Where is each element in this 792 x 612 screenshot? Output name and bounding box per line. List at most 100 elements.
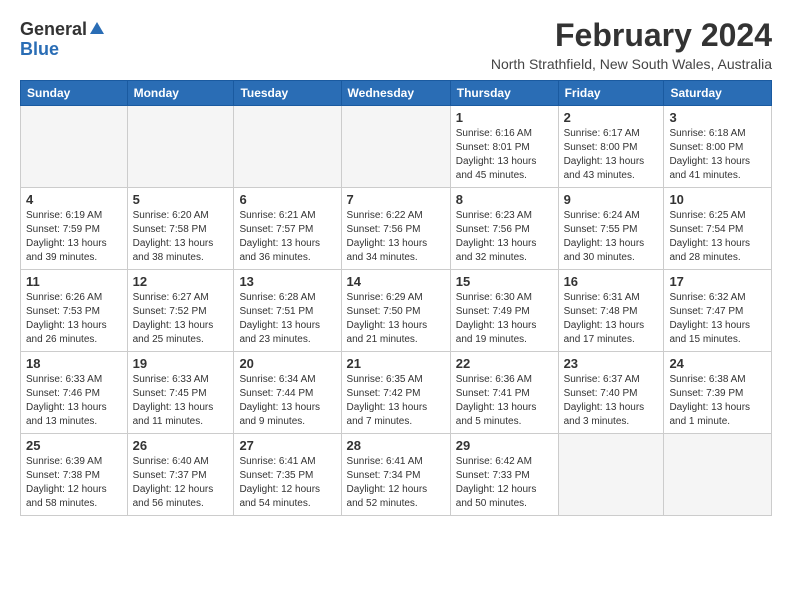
day-number: 22 [456, 356, 553, 371]
calendar-day-header: Monday [127, 81, 234, 106]
calendar-cell: 22 Sunrise: 6:36 AMSunset: 7:41 PMDayligh… [450, 352, 558, 434]
day-number: 15 [456, 274, 553, 289]
day-number: 1 [456, 110, 553, 125]
day-info: Sunrise: 6:42 AMSunset: 7:33 PMDaylight:… [456, 455, 553, 511]
calendar-week-row: 18 Sunrise: 6:33 AMSunset: 7:46 PMDayligh… [21, 352, 772, 434]
day-info: Sunrise: 6:33 AMSunset: 7:46 PMDaylight:… [26, 373, 122, 429]
day-info: Sunrise: 6:41 AMSunset: 7:35 PMDaylight:… [239, 455, 335, 511]
calendar-day-header: Wednesday [341, 81, 450, 106]
day-number: 21 [347, 356, 445, 371]
calendar-cell: 27 Sunrise: 6:41 AMSunset: 7:35 PMDayligh… [234, 434, 341, 516]
calendar-cell: 21 Sunrise: 6:35 AMSunset: 7:42 PMDayligh… [341, 352, 450, 434]
calendar-cell: 20 Sunrise: 6:34 AMSunset: 7:44 PMDayligh… [234, 352, 341, 434]
day-number: 7 [347, 192, 445, 207]
calendar-week-row: 4Sunrise: 6:19 AMSunset: 7:59 PMDaylight… [21, 188, 772, 270]
calendar-day-header: Thursday [450, 81, 558, 106]
calendar-cell: 3 Sunrise: 6:18 AMSunset: 8:00 PMDaylight… [664, 106, 772, 188]
day-number: 9 [564, 192, 659, 207]
calendar-cell [558, 434, 664, 516]
logo: General Blue [20, 20, 106, 60]
day-info: Sunrise: 6:30 AMSunset: 7:49 PMDaylight:… [456, 291, 553, 347]
day-number: 18 [26, 356, 122, 371]
calendar-cell [341, 106, 450, 188]
calendar-cell: 28Sunrise: 6:41 AMSunset: 7:34 PMDayligh… [341, 434, 450, 516]
day-number: 27 [239, 438, 335, 453]
day-number: 16 [564, 274, 659, 289]
calendar-cell: 14 Sunrise: 6:29 AMSunset: 7:50 PMDayligh… [341, 270, 450, 352]
day-number: 12 [133, 274, 229, 289]
day-info: Sunrise: 6:40 AMSunset: 7:37 PMDaylight:… [133, 455, 229, 511]
calendar-cell [21, 106, 128, 188]
day-info: Sunrise: 6:25 AMSunset: 7:54 PMDaylight:… [669, 209, 766, 265]
logo-general-text: General [20, 20, 87, 40]
day-info: Sunrise: 6:24 AMSunset: 7:55 PMDaylight:… [564, 209, 659, 265]
day-info: Sunrise: 6:16 AMSunset: 8:01 PMDaylight:… [456, 127, 553, 183]
calendar-cell: 25 Sunrise: 6:39 AMSunset: 7:38 PMDayligh… [21, 434, 128, 516]
calendar-cell: 10 Sunrise: 6:25 AMSunset: 7:54 PMDayligh… [664, 188, 772, 270]
day-info: Sunrise: 6:31 AMSunset: 7:48 PMDaylight:… [564, 291, 659, 347]
day-number: 26 [133, 438, 229, 453]
day-info: Sunrise: 6:38 AMSunset: 7:39 PMDaylight:… [669, 373, 766, 429]
day-number: 20 [239, 356, 335, 371]
logo-blue-text: Blue [20, 40, 59, 60]
logo-icon [88, 20, 106, 38]
day-info: Sunrise: 6:39 AMSunset: 7:38 PMDaylight:… [26, 455, 122, 511]
day-info: Sunrise: 6:36 AMSunset: 7:41 PMDaylight:… [456, 373, 553, 429]
calendar-cell: 5 Sunrise: 6:20 AMSunset: 7:58 PMDaylight… [127, 188, 234, 270]
calendar-header-row: SundayMondayTuesdayWednesdayThursdayFrid… [21, 81, 772, 106]
calendar-cell [234, 106, 341, 188]
day-number: 29 [456, 438, 553, 453]
day-number: 23 [564, 356, 659, 371]
day-info: Sunrise: 6:37 AMSunset: 7:40 PMDaylight:… [564, 373, 659, 429]
month-title: February 2024 [491, 16, 772, 54]
page-header: General Blue February 2024 North Strathf… [20, 16, 772, 72]
calendar-cell: 26 Sunrise: 6:40 AMSunset: 7:37 PMDayligh… [127, 434, 234, 516]
calendar-cell: 8Sunrise: 6:23 AMSunset: 7:56 PMDaylight… [450, 188, 558, 270]
day-info: Sunrise: 6:32 AMSunset: 7:47 PMDaylight:… [669, 291, 766, 347]
calendar-cell: 4Sunrise: 6:19 AMSunset: 7:59 PMDaylight… [21, 188, 128, 270]
day-number: 24 [669, 356, 766, 371]
title-area: February 2024 North Strathfield, New Sou… [491, 16, 772, 72]
day-info: Sunrise: 6:28 AMSunset: 7:51 PMDaylight:… [239, 291, 335, 347]
day-number: 13 [239, 274, 335, 289]
day-info: Sunrise: 6:18 AMSunset: 8:00 PMDaylight:… [669, 127, 766, 183]
day-info: Sunrise: 6:34 AMSunset: 7:44 PMDaylight:… [239, 373, 335, 429]
day-number: 6 [239, 192, 335, 207]
day-info: Sunrise: 6:26 AMSunset: 7:53 PMDaylight:… [26, 291, 122, 347]
calendar-cell: 23 Sunrise: 6:37 AMSunset: 7:40 PMDayligh… [558, 352, 664, 434]
calendar-day-header: Saturday [664, 81, 772, 106]
day-info: Sunrise: 6:20 AMSunset: 7:58 PMDaylight:… [133, 209, 229, 265]
calendar-cell: 18 Sunrise: 6:33 AMSunset: 7:46 PMDayligh… [21, 352, 128, 434]
day-number: 25 [26, 438, 122, 453]
calendar-cell: 9 Sunrise: 6:24 AMSunset: 7:55 PMDaylight… [558, 188, 664, 270]
calendar-cell: 15 Sunrise: 6:30 AMSunset: 7:49 PMDayligh… [450, 270, 558, 352]
day-info: Sunrise: 6:17 AMSunset: 8:00 PMDaylight:… [564, 127, 659, 183]
calendar-cell: 11 Sunrise: 6:26 AMSunset: 7:53 PMDayligh… [21, 270, 128, 352]
day-number: 10 [669, 192, 766, 207]
day-number: 19 [133, 356, 229, 371]
day-info: Sunrise: 6:35 AMSunset: 7:42 PMDaylight:… [347, 373, 445, 429]
day-info: Sunrise: 6:19 AMSunset: 7:59 PMDaylight:… [26, 209, 122, 265]
day-info: Sunrise: 6:22 AMSunset: 7:56 PMDaylight:… [347, 209, 445, 265]
calendar-cell: 29 Sunrise: 6:42 AMSunset: 7:33 PMDayligh… [450, 434, 558, 516]
calendar-cell: 16 Sunrise: 6:31 AMSunset: 7:48 PMDayligh… [558, 270, 664, 352]
day-number: 14 [347, 274, 445, 289]
calendar-table: SundayMondayTuesdayWednesdayThursdayFrid… [20, 80, 772, 516]
calendar-week-row: 25 Sunrise: 6:39 AMSunset: 7:38 PMDayligh… [21, 434, 772, 516]
calendar-cell: 6Sunrise: 6:21 AMSunset: 7:57 PMDaylight… [234, 188, 341, 270]
calendar-cell [664, 434, 772, 516]
day-number: 11 [26, 274, 122, 289]
day-info: Sunrise: 6:33 AMSunset: 7:45 PMDaylight:… [133, 373, 229, 429]
calendar-cell: 7 Sunrise: 6:22 AMSunset: 7:56 PMDaylight… [341, 188, 450, 270]
location-subtitle: North Strathfield, New South Wales, Aust… [491, 56, 772, 72]
calendar-cell: 19 Sunrise: 6:33 AMSunset: 7:45 PMDayligh… [127, 352, 234, 434]
day-info: Sunrise: 6:29 AMSunset: 7:50 PMDaylight:… [347, 291, 445, 347]
calendar-cell: 2Sunrise: 6:17 AMSunset: 8:00 PMDaylight… [558, 106, 664, 188]
calendar-cell: 24 Sunrise: 6:38 AMSunset: 7:39 PMDayligh… [664, 352, 772, 434]
day-number: 28 [347, 438, 445, 453]
day-number: 17 [669, 274, 766, 289]
day-number: 3 [669, 110, 766, 125]
calendar-cell: 17 Sunrise: 6:32 AMSunset: 7:47 PMDayligh… [664, 270, 772, 352]
calendar-week-row: 1 Sunrise: 6:16 AMSunset: 8:01 PMDaylight… [21, 106, 772, 188]
day-number: 5 [133, 192, 229, 207]
